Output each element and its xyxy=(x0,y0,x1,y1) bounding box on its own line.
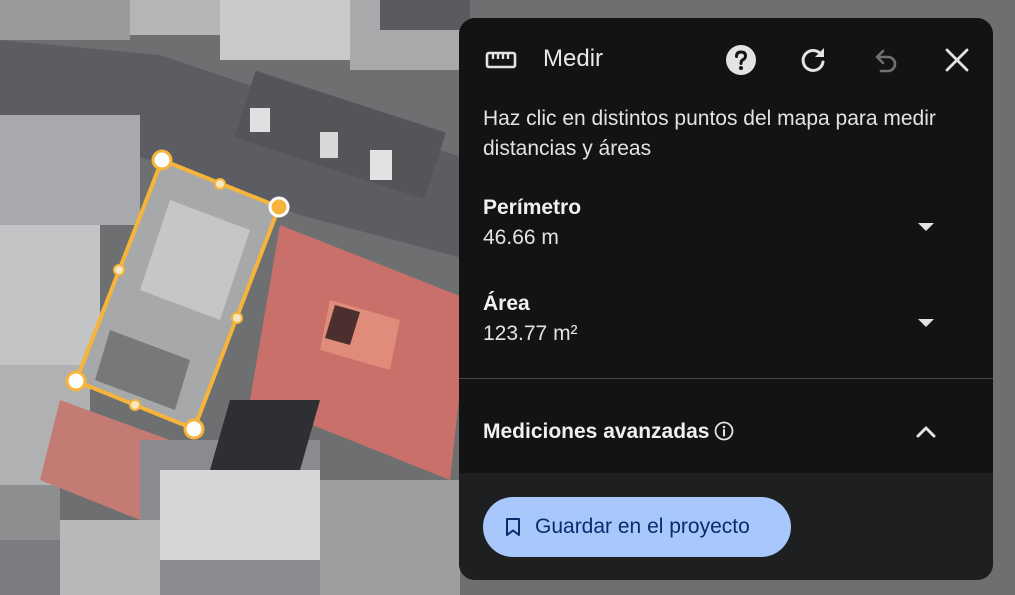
advanced-measurements-label: Mediciones avanzadas xyxy=(483,420,710,443)
close-button[interactable] xyxy=(937,40,977,80)
chevron-up-icon[interactable] xyxy=(911,418,941,449)
measure-midpoint[interactable] xyxy=(113,264,125,276)
ruler-icon xyxy=(481,40,521,80)
undo-icon xyxy=(875,49,897,73)
divider xyxy=(459,378,993,379)
undo-button[interactable] xyxy=(865,40,905,80)
refresh-icon xyxy=(801,48,825,72)
refresh-button[interactable] xyxy=(793,40,833,80)
bookmark-icon xyxy=(505,517,521,537)
measure-panel: Medir Haz clic en distintos puntos del m… xyxy=(459,18,993,580)
measure-vertex[interactable] xyxy=(151,149,173,171)
panel-footer: Guardar en el proyecto xyxy=(459,473,993,580)
measure-vertex[interactable] xyxy=(65,370,87,392)
help-button[interactable] xyxy=(721,40,761,80)
save-to-project-button[interactable]: Guardar en el proyecto xyxy=(483,497,791,557)
save-button-label: Guardar en el proyecto xyxy=(535,515,750,538)
perimeter-label: Perímetro xyxy=(483,196,582,219)
info-icon[interactable] xyxy=(714,421,734,446)
caret-down-icon[interactable] xyxy=(911,216,941,238)
perimeter-row[interactable]: Perímetro 46.66 m xyxy=(459,196,993,276)
advanced-measurements-toggle[interactable]: Mediciones avanzadas xyxy=(459,410,993,456)
help-icon xyxy=(726,45,756,75)
close-icon xyxy=(945,48,969,72)
measure-vertex[interactable] xyxy=(268,196,290,218)
measure-vertex[interactable] xyxy=(183,418,205,440)
panel-title: Medir xyxy=(543,45,604,72)
measure-midpoint[interactable] xyxy=(129,399,141,411)
measure-midpoint[interactable] xyxy=(231,312,243,324)
measure-midpoint[interactable] xyxy=(214,178,226,190)
area-row[interactable]: Área 123.77 m² xyxy=(459,292,993,372)
area-value: 123.77 m² xyxy=(483,322,578,345)
area-label: Área xyxy=(483,292,530,315)
panel-header: Medir xyxy=(459,18,993,102)
caret-down-icon[interactable] xyxy=(911,312,941,334)
panel-description: Haz clic en distintos puntos del mapa pa… xyxy=(483,107,936,160)
perimeter-value: 46.66 m xyxy=(483,226,559,249)
